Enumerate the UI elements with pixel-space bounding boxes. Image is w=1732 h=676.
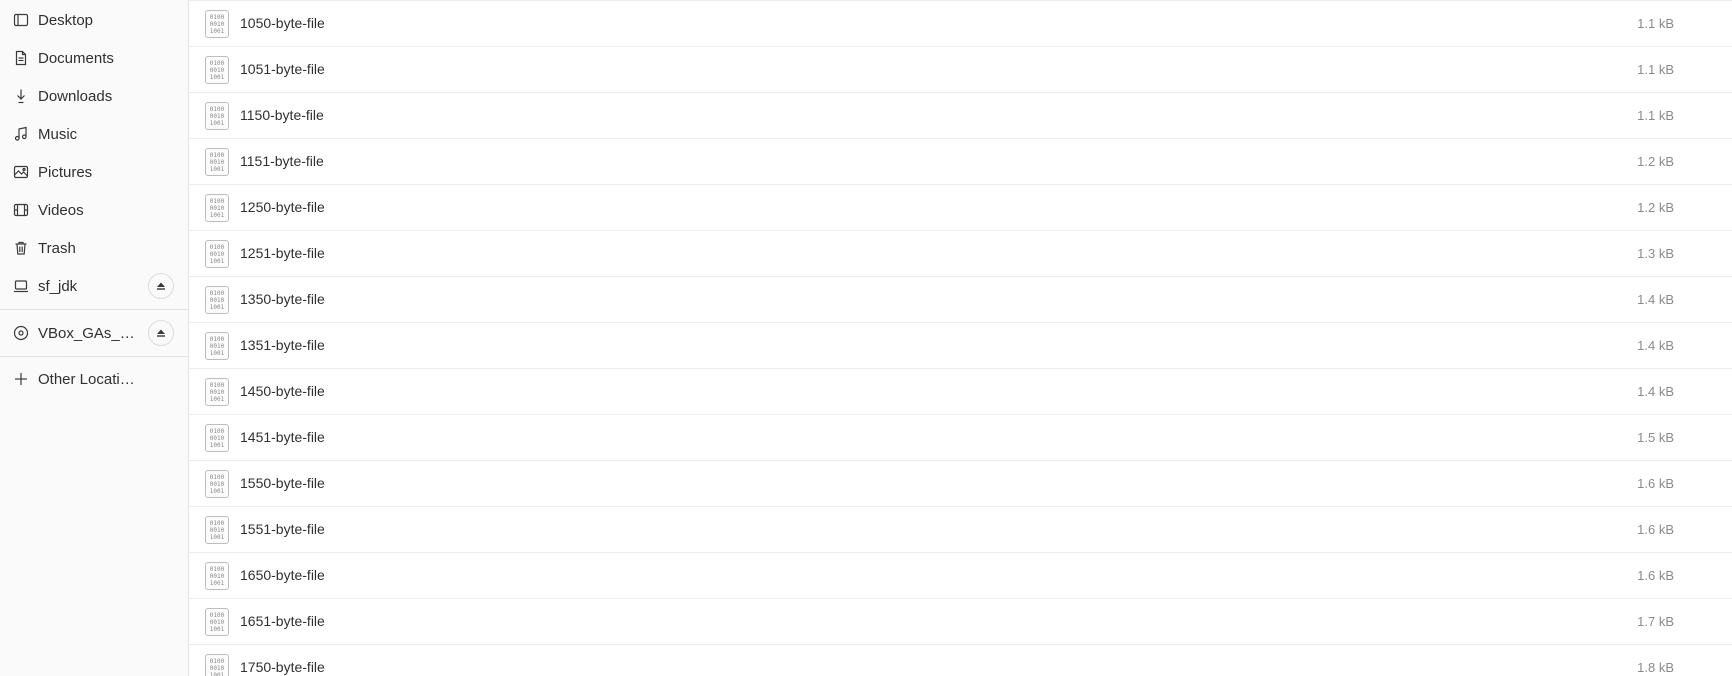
sidebar-item-desktop[interactable]: Desktop [0, 3, 188, 37]
sidebar-item-label: Other Locations [38, 370, 142, 388]
file-name: 1450-byte-file [240, 383, 325, 399]
file-row[interactable]: 0100 0010 1001 1450-byte-file 1.4 kB [189, 368, 1732, 414]
binary-file-icon: 0100 0010 1001 [205, 378, 229, 406]
file-name: 1051-byte-file [240, 61, 325, 77]
sidebar-item-label: Trash [38, 239, 76, 257]
file-name: 1351-byte-file [240, 337, 325, 353]
sidebar-item-documents[interactable]: Documents [0, 41, 188, 75]
sidebar-item-label: Desktop [38, 11, 94, 29]
sidebar-item-downloads[interactable]: Downloads [0, 79, 188, 113]
sidebar: Desktop Documents Downloads Music Pictur [0, 0, 189, 676]
binary-file-icon: 0100 0010 1001 [205, 608, 229, 636]
document-icon [13, 50, 29, 66]
file-size: 1.1 kB [1637, 108, 1674, 123]
trash-icon [13, 240, 29, 256]
file-name: 1651-byte-file [240, 613, 325, 629]
download-icon [13, 88, 29, 104]
binary-file-icon: 0100 0010 1001 [205, 516, 229, 544]
file-row[interactable]: 0100 0010 1001 1050-byte-file 1.1 kB [189, 0, 1732, 46]
file-name: 1151-byte-file [240, 153, 324, 169]
sidebar-item-other-locations[interactable]: Other Locations [0, 362, 188, 396]
binary-file-icon: 0100 0010 1001 [205, 10, 229, 38]
file-row[interactable]: 0100 0010 1001 1051-byte-file 1.1 kB [189, 46, 1732, 92]
file-size: 1.6 kB [1637, 522, 1674, 537]
binary-file-icon: 0100 0010 1001 [205, 286, 229, 314]
file-name: 1551-byte-file [240, 521, 325, 537]
binary-file-icon: 0100 0010 1001 [205, 56, 229, 84]
sidebar-item-label: Documents [38, 49, 114, 67]
file-size: 1.1 kB [1637, 16, 1674, 31]
binary-file-icon: 0100 0010 1001 [205, 332, 229, 360]
eject-button[interactable] [148, 273, 174, 299]
pictures-icon [13, 164, 29, 180]
file-row[interactable]: 0100 0010 1001 1251-byte-file 1.3 kB [189, 230, 1732, 276]
file-row[interactable]: 0100 0010 1001 1250-byte-file 1.2 kB [189, 184, 1732, 230]
sidebar-item-videos[interactable]: Videos [0, 193, 188, 227]
file-size: 1.4 kB [1637, 384, 1674, 399]
file-name: 1251-byte-file [240, 245, 325, 261]
sidebar-item-label: Videos [38, 201, 84, 219]
sidebar-divider [0, 309, 188, 310]
file-name: 1350-byte-file [240, 291, 325, 307]
file-size: 1.6 kB [1637, 476, 1674, 491]
binary-file-icon: 0100 0010 1001 [205, 654, 229, 676]
file-name: 1550-byte-file [240, 475, 325, 491]
binary-file-icon: 0100 0010 1001 [205, 562, 229, 590]
file-manager-window: Desktop Documents Downloads Music Pictur [0, 0, 1732, 676]
file-row[interactable]: 0100 0010 1001 1750-byte-file 1.8 kB [189, 644, 1732, 676]
disc-icon [13, 325, 29, 341]
binary-file-icon: 0100 0010 1001 [205, 102, 229, 130]
binary-file-icon: 0100 0010 1001 [205, 240, 229, 268]
sidebar-item-label: Downloads [38, 87, 113, 105]
binary-file-icon: 0100 0010 1001 [205, 424, 229, 452]
eject-icon [157, 329, 165, 337]
sidebar-item-label: Pictures [38, 163, 93, 181]
sidebar-item-label: Music [38, 125, 78, 143]
sidebar-item-pictures[interactable]: Pictures [0, 155, 188, 189]
file-row[interactable]: 0100 0010 1001 1650-byte-file 1.6 kB [189, 552, 1732, 598]
sidebar-item-label: VBox_GAs_6.… [38, 324, 142, 342]
binary-file-icon: 0100 0010 1001 [205, 148, 229, 176]
file-row[interactable]: 0100 0010 1001 1150-byte-file 1.1 kB [189, 92, 1732, 138]
file-size: 1.2 kB [1637, 200, 1674, 215]
file-size: 1.3 kB [1637, 246, 1674, 261]
sidebar-item-label: sf_jdk [38, 277, 78, 295]
file-size: 1.4 kB [1637, 292, 1674, 307]
file-name: 1750-byte-file [240, 659, 325, 675]
sidebar-item-trash[interactable]: Trash [0, 231, 188, 265]
drive-icon [13, 278, 29, 294]
file-name: 1650-byte-file [240, 567, 325, 583]
file-row[interactable]: 0100 0010 1001 1151-byte-file 1.2 kB [189, 138, 1732, 184]
file-row[interactable]: 0100 0010 1001 1350-byte-file 1.4 kB [189, 276, 1732, 322]
video-icon [13, 202, 29, 218]
sidebar-item-music[interactable]: Music [0, 117, 188, 151]
sidebar-item-sf-jdk[interactable]: sf_jdk [0, 269, 188, 303]
music-icon [13, 126, 29, 142]
file-size: 1.7 kB [1637, 614, 1674, 629]
file-name: 1050-byte-file [240, 15, 325, 31]
file-row[interactable]: 0100 0010 1001 1651-byte-file 1.7 kB [189, 598, 1732, 644]
file-size: 1.1 kB [1637, 62, 1674, 77]
desktop-icon [13, 12, 29, 28]
file-size: 1.6 kB [1637, 568, 1674, 583]
plus-icon [13, 371, 29, 387]
file-size: 1.8 kB [1637, 660, 1674, 675]
binary-file-icon: 0100 0010 1001 [205, 470, 229, 498]
sidebar-divider [0, 356, 188, 357]
eject-button[interactable] [148, 320, 174, 346]
file-name: 1150-byte-file [240, 107, 324, 123]
file-name: 1250-byte-file [240, 199, 325, 215]
sidebar-item-vbox-gas[interactable]: VBox_GAs_6.… [0, 316, 188, 350]
file-size: 1.5 kB [1637, 430, 1674, 445]
file-size: 1.4 kB [1637, 338, 1674, 353]
file-row[interactable]: 0100 0010 1001 1550-byte-file 1.6 kB [189, 460, 1732, 506]
file-size: 1.2 kB [1637, 154, 1674, 169]
binary-file-icon: 0100 0010 1001 [205, 194, 229, 222]
file-name: 1451-byte-file [240, 429, 325, 445]
file-list: 0100 0010 1001 1050-byte-file 1.1 kB 010… [189, 0, 1732, 676]
eject-icon [157, 282, 165, 290]
file-row[interactable]: 0100 0010 1001 1551-byte-file 1.6 kB [189, 506, 1732, 552]
file-row[interactable]: 0100 0010 1001 1451-byte-file 1.5 kB [189, 414, 1732, 460]
file-row[interactable]: 0100 0010 1001 1351-byte-file 1.4 kB [189, 322, 1732, 368]
